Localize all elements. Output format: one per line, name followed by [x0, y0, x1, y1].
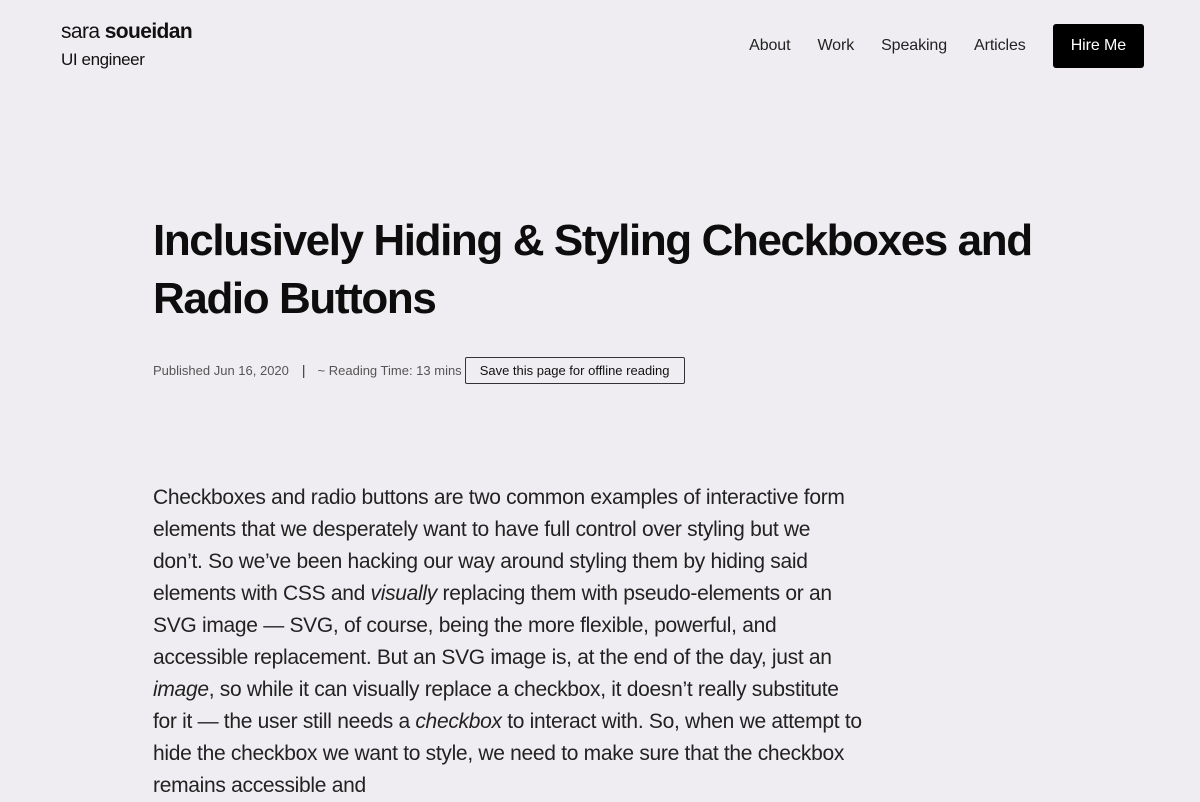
hire-me-button[interactable]: Hire Me	[1052, 24, 1144, 68]
nav-link-articles[interactable]: Articles	[974, 24, 1026, 68]
brand-first-name: sara	[61, 20, 100, 43]
meta-separator: |	[301, 362, 306, 378]
brand-name: sara soueidan	[61, 18, 193, 46]
main-nav: About Work Speaking Articles Hire Me	[749, 24, 1144, 68]
site-header: sara soueidan UI engineer About Work Spe…	[0, 0, 1200, 100]
reading-time: ~ Reading Time: 13 mins	[317, 362, 462, 378]
brand-last-name: soueidan	[104, 20, 193, 43]
article-title: Inclusively Hiding & Styling Checkboxes …	[153, 216, 1033, 323]
brand-role: UI engineer	[61, 50, 145, 69]
paragraph-emphasis-2: image	[153, 678, 209, 701]
nav-link-about[interactable]: About	[749, 24, 790, 68]
paragraph-emphasis-1: visually	[370, 582, 438, 605]
nav-link-speaking[interactable]: Speaking	[881, 24, 947, 68]
article: Inclusively Hiding & Styling Checkboxes …	[153, 212, 1053, 802]
article-intro-paragraph: Checkboxes and radio buttons are two com…	[153, 482, 863, 802]
paragraph-emphasis-3: checkbox	[415, 710, 502, 733]
save-offline-button[interactable]: Save this page for offline reading	[464, 356, 685, 384]
brand-home-link[interactable]: sara soueidan UI engineer	[61, 18, 193, 72]
published-date: Published Jun 16, 2020	[153, 362, 289, 378]
article-meta: Published Jun 16, 2020 | ~ Reading Time:…	[153, 356, 1053, 384]
nav-link-work[interactable]: Work	[817, 24, 854, 68]
